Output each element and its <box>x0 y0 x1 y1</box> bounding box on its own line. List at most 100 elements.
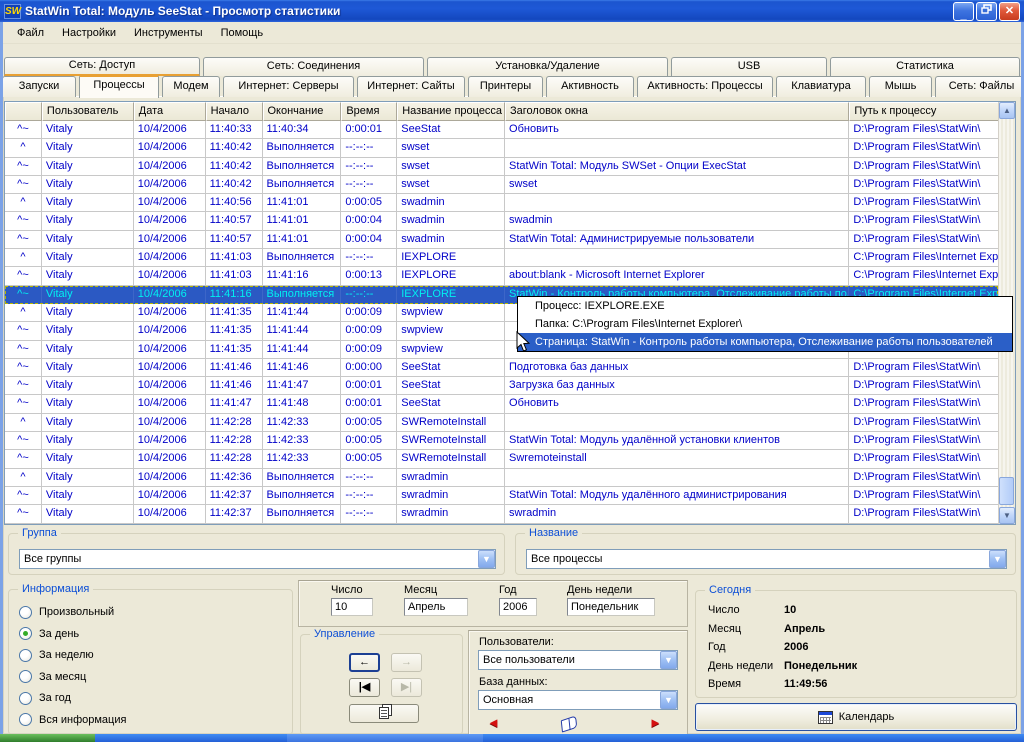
table-row[interactable]: ^~Vitaly10/4/200611:41:4611:41:470:00:01… <box>5 377 998 395</box>
radio-option[interactable]: Произвольный <box>19 604 114 620</box>
weekday-input[interactable] <box>567 598 655 616</box>
table-row[interactable]: ^~Vitaly10/4/200611:40:5711:41:010:00:04… <box>5 231 998 249</box>
tab-mouse[interactable]: Мышь <box>869 76 932 97</box>
table-row[interactable]: ^Vitaly10/4/200611:42:2811:42:330:00:05S… <box>5 414 998 432</box>
tab-launches[interactable]: Запуски <box>2 76 76 97</box>
tab-keyboard[interactable]: Клавиатура <box>776 76 866 97</box>
users-select[interactable]: Все пользователи ▼ <box>478 650 678 670</box>
calendar-button[interactable]: Календарь <box>695 703 1017 731</box>
cell-path: D:\Program Files\StatWin\ <box>849 176 998 194</box>
radio-icon[interactable] <box>19 649 32 662</box>
tab-printers[interactable]: Принтеры <box>468 76 543 97</box>
popup-line-page-highlighted[interactable]: Страница: StatWin - Контроль работы комп… <box>518 333 1012 351</box>
process-type-icon: ^~ <box>5 359 42 377</box>
year-input[interactable] <box>499 598 537 616</box>
cell-user: Vitaly <box>42 286 134 304</box>
menu-item-help[interactable]: Помощь <box>212 24 273 42</box>
next-day-arrow-button[interactable]: ► <box>649 715 662 730</box>
name-filter-select[interactable]: Все процессы ▼ <box>526 549 1007 569</box>
table-row[interactable]: ^~Vitaly10/4/200611:41:4711:41:480:00:01… <box>5 395 998 413</box>
table-row[interactable]: ^~Vitaly10/4/200611:42:37Выполняется--:-… <box>5 505 998 523</box>
table-row[interactable]: ^Vitaly10/4/200611:40:42Выполняется--:--… <box>5 139 998 157</box>
book-icon[interactable] <box>561 715 577 732</box>
cell-title: swadmin <box>505 212 849 230</box>
taskbar[interactable] <box>0 734 1024 742</box>
header-end[interactable]: Окончание <box>263 102 342 121</box>
header-icon-column[interactable] <box>5 102 42 121</box>
header-date[interactable]: Дата <box>134 102 206 121</box>
scroll-up-button[interactable]: ▲ <box>999 102 1015 119</box>
restore-button[interactable] <box>976 2 997 21</box>
table-row[interactable]: ^~Vitaly10/4/200611:42:2811:42:330:00:05… <box>5 432 998 450</box>
tab-activity-processes[interactable]: Активность: Процессы <box>637 76 773 97</box>
menu-item-file[interactable]: Файл <box>8 24 53 42</box>
menu-item-tools[interactable]: Инструменты <box>125 24 212 42</box>
tab-usb[interactable]: USB <box>671 57 827 76</box>
group-filter-select[interactable]: Все группы ▼ <box>19 549 496 569</box>
prev-button[interactable]: ← <box>349 653 380 672</box>
table-row[interactable]: ^~Vitaly10/4/200611:42:37Выполняется--:-… <box>5 487 998 505</box>
radio-icon[interactable] <box>19 713 32 726</box>
table-row[interactable]: ^~Vitaly10/4/200611:42:2811:42:330:00:05… <box>5 450 998 468</box>
table-row[interactable]: ^~Vitaly10/4/200611:40:3311:40:340:00:01… <box>5 121 998 139</box>
scroll-down-button[interactable]: ▼ <box>999 507 1015 524</box>
table-row[interactable]: ^~Vitaly10/4/200611:40:42Выполняется--:-… <box>5 158 998 176</box>
chevron-down-icon[interactable]: ▼ <box>660 691 677 709</box>
cell-title <box>505 194 849 212</box>
month-input[interactable] <box>404 598 468 616</box>
header-window-title[interactable]: Заголовок окна <box>505 102 849 121</box>
radio-icon[interactable] <box>19 670 32 683</box>
radio-option[interactable]: Вся информация <box>19 712 126 728</box>
copy-button[interactable] <box>349 704 419 723</box>
first-button[interactable]: |◀ <box>349 678 380 697</box>
chevron-down-icon[interactable]: ▼ <box>660 651 677 669</box>
header-user[interactable]: Пользователь <box>42 102 134 121</box>
header-process[interactable]: Название процесса <box>397 102 505 121</box>
radio-option[interactable]: За неделю <box>19 647 94 663</box>
tab-internet-servers[interactable]: Интернет: Серверы <box>223 76 354 97</box>
table-row[interactable]: ^~Vitaly10/4/200611:40:42Выполняется--:-… <box>5 176 998 194</box>
database-select[interactable]: Основная ▼ <box>478 690 678 710</box>
titlebar[interactable]: SW StatWin Total: Модуль SeeStat - Просм… <box>0 0 1024 22</box>
tab-net-connections[interactable]: Сеть: Соединения <box>203 57 424 76</box>
tab-modem[interactable]: Модем <box>162 76 220 97</box>
process-type-icon: ^~ <box>5 176 42 194</box>
table-row[interactable]: ^~Vitaly10/4/200611:40:5711:41:010:00:04… <box>5 212 998 230</box>
close-button[interactable]: ✕ <box>999 2 1020 21</box>
tab-internet-sites[interactable]: Интернет: Сайты <box>357 76 465 97</box>
taskbar-window-button[interactable] <box>287 734 483 742</box>
header-time[interactable]: Время <box>341 102 397 121</box>
table-row[interactable]: ^~Vitaly10/4/200611:41:0311:41:160:00:13… <box>5 267 998 285</box>
radio-icon[interactable] <box>19 606 32 619</box>
radio-icon[interactable] <box>19 627 32 640</box>
chevron-down-icon[interactable]: ▼ <box>989 550 1006 568</box>
minimize-button[interactable]: _ <box>953 2 974 21</box>
table-row[interactable]: ^Vitaly10/4/200611:40:5611:41:010:00:05s… <box>5 194 998 212</box>
table-row[interactable]: ^Vitaly10/4/200611:42:36Выполняется--:--… <box>5 469 998 487</box>
process-type-icon: ^~ <box>5 121 42 139</box>
tab-processes[interactable]: Процессы <box>79 74 159 98</box>
scrollbar-thumb[interactable] <box>999 477 1014 505</box>
radio-option[interactable]: За месяц <box>19 669 86 685</box>
tab-net-files[interactable]: Сеть: Файлы <box>935 76 1024 97</box>
tab-activity[interactable]: Активность <box>546 76 634 97</box>
prev-day-arrow-button[interactable]: ◄ <box>487 715 500 730</box>
radio-icon[interactable] <box>19 692 32 705</box>
today-box: Сегодня Число10МесяцАпрельГод2006День не… <box>695 590 1017 698</box>
tab-install-uninstall[interactable]: Установка/Удаление <box>427 57 668 76</box>
start-button-fragment[interactable] <box>0 734 95 742</box>
cell-end: Выполняется <box>263 487 342 505</box>
radio-option[interactable]: За год <box>19 690 71 706</box>
cell-date: 10/4/2006 <box>134 249 206 267</box>
header-path[interactable]: Путь к процессу <box>849 102 998 121</box>
radio-option[interactable]: За день <box>19 626 79 642</box>
header-start[interactable]: Начало <box>206 102 263 121</box>
table-row[interactable]: ^~Vitaly10/4/200611:41:4611:41:460:00:00… <box>5 359 998 377</box>
table-row[interactable]: ^Vitaly10/4/200611:41:03Выполняется--:--… <box>5 249 998 267</box>
menu-item-settings[interactable]: Настройки <box>53 24 125 42</box>
tab-statistics[interactable]: Статистика <box>830 57 1020 76</box>
cell-process: swpview <box>397 304 505 322</box>
chevron-down-icon[interactable]: ▼ <box>478 550 495 568</box>
group-filter-label: Группа <box>18 527 61 539</box>
day-input[interactable] <box>331 598 373 616</box>
